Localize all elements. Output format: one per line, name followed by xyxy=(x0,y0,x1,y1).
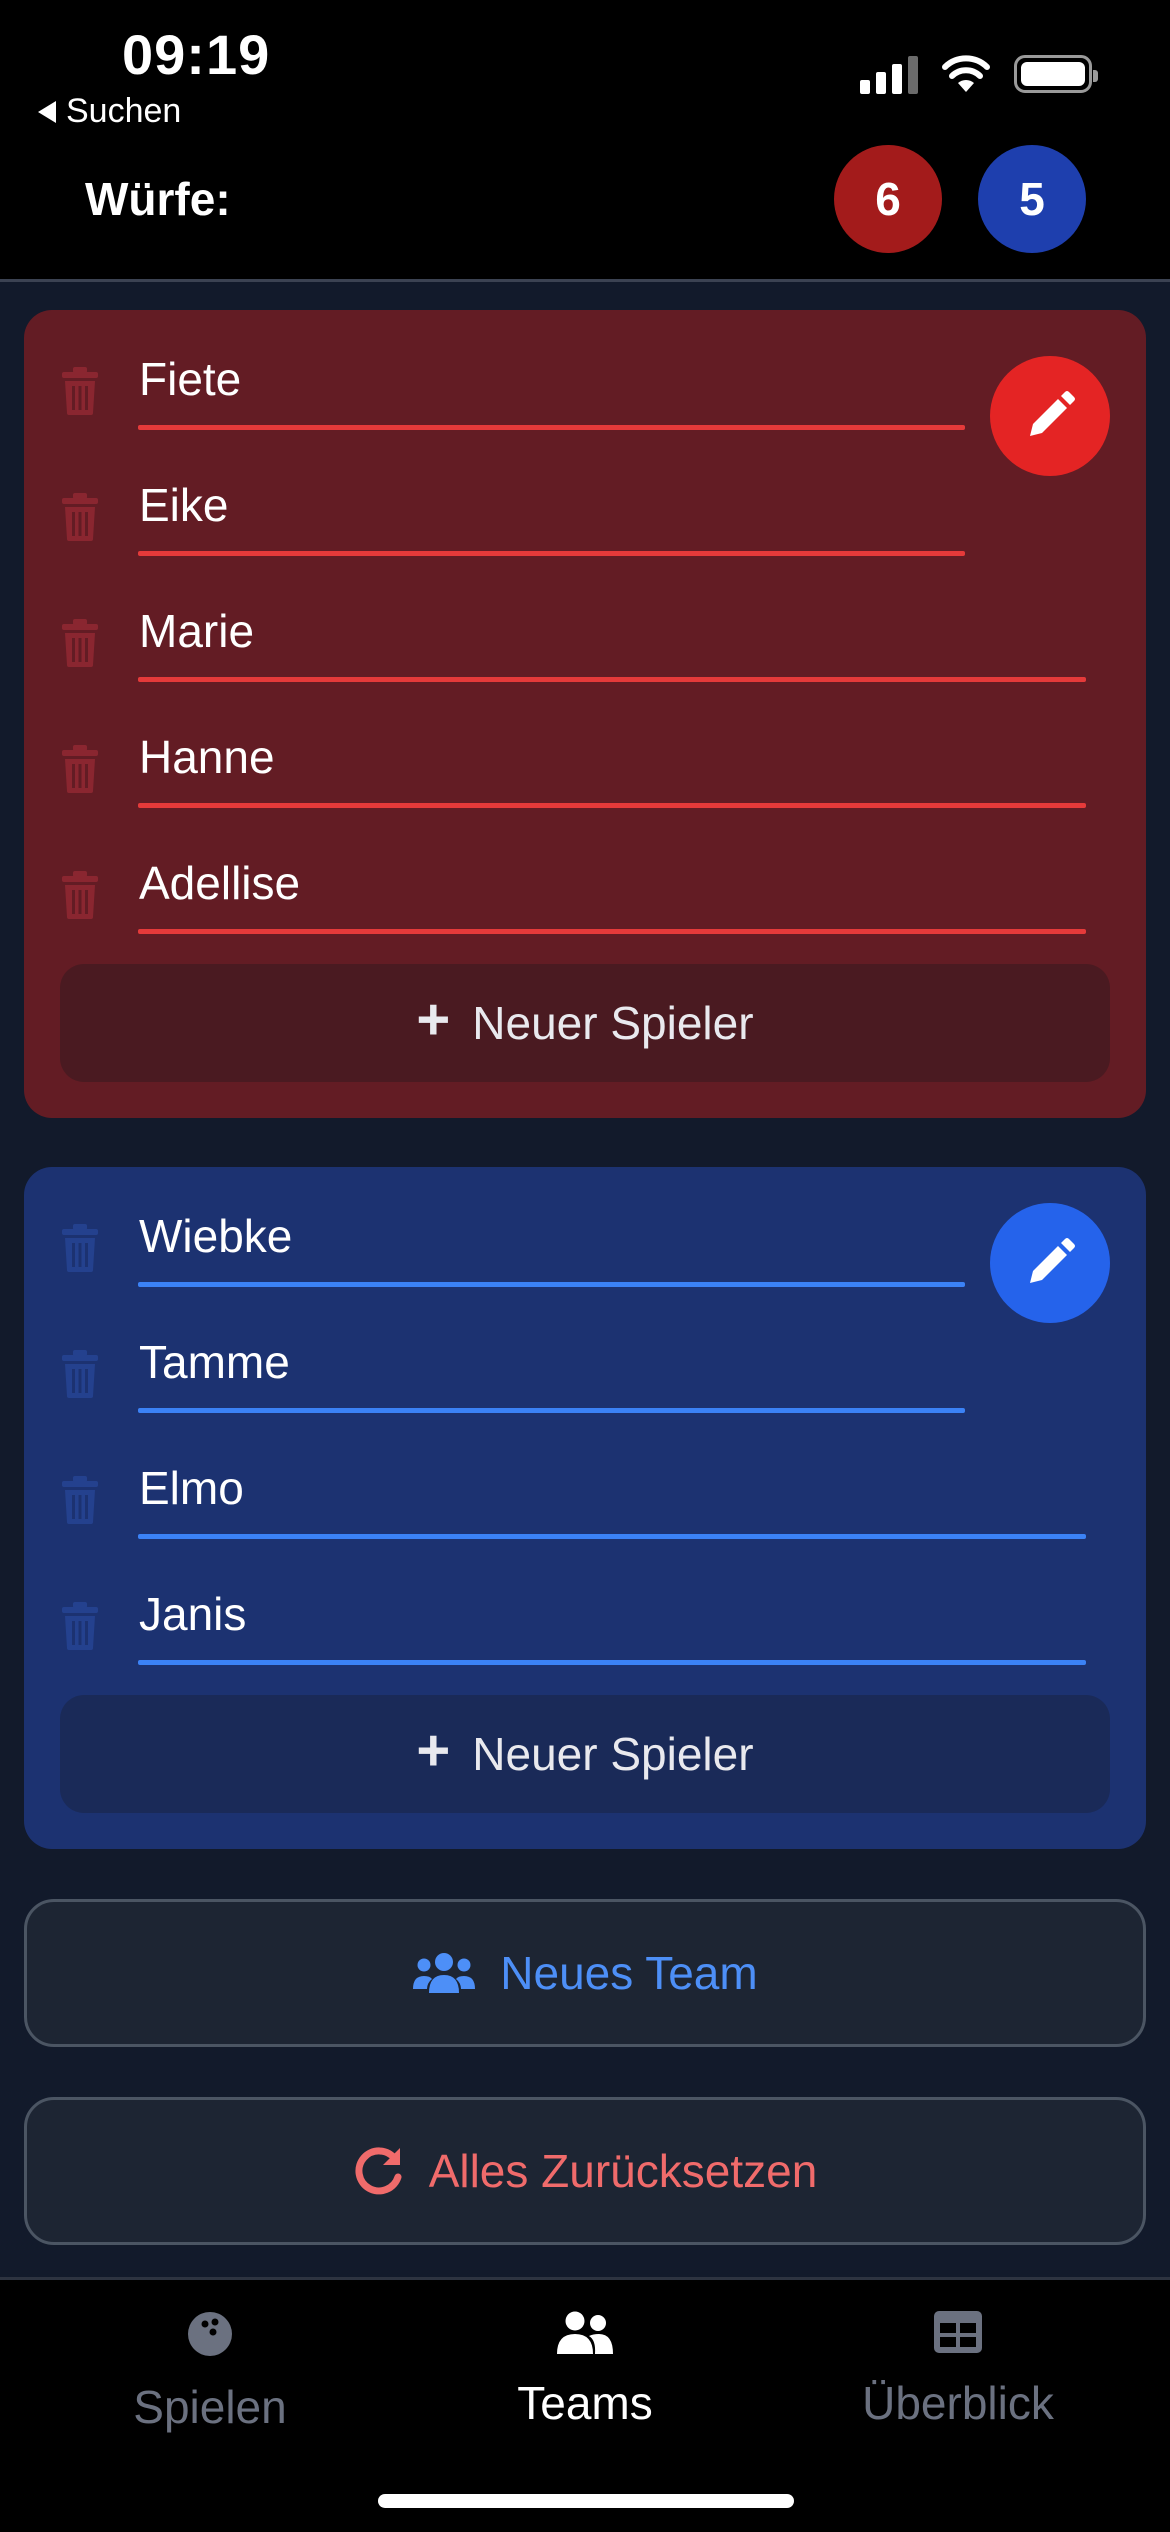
player-row: Wiebke xyxy=(24,1167,1146,1287)
tab-label: Teams xyxy=(517,2377,653,2429)
plus-icon: + xyxy=(416,1718,451,1783)
player-name-input[interactable]: Wiebke xyxy=(139,1209,292,1263)
add-player-label: Neuer Spieler xyxy=(472,1728,754,1780)
player-row: Fiete xyxy=(24,310,1146,430)
trash-icon[interactable] xyxy=(60,1223,100,1273)
edit-team-button[interactable] xyxy=(990,1203,1110,1323)
input-underline xyxy=(138,803,1086,808)
trash-icon[interactable] xyxy=(60,1601,100,1651)
trash-icon[interactable] xyxy=(60,492,100,542)
team-card-blue: Wiebke Tamme Elmo Janis + Neuer Spieler xyxy=(24,1167,1146,1849)
tab-label: Überblick xyxy=(862,2377,1054,2429)
input-underline xyxy=(138,551,965,556)
pencil-icon xyxy=(1030,1238,1075,1283)
trash-icon[interactable] xyxy=(60,618,100,668)
input-underline xyxy=(138,1660,1086,1665)
trash-icon[interactable] xyxy=(60,870,100,920)
home-indicator xyxy=(378,2494,794,2508)
status-icons xyxy=(860,54,1098,94)
player-name-input[interactable]: Tamme xyxy=(139,1335,290,1389)
new-team-label: Neues Team xyxy=(500,1947,758,1999)
team-card-red: Fiete Eike Marie Hanne Adellise + Neuer … xyxy=(24,310,1146,1118)
input-underline xyxy=(138,1282,965,1287)
tab-spielen[interactable]: Spielen xyxy=(60,2310,360,2434)
player-name-input[interactable]: Fiete xyxy=(139,352,241,406)
player-row: Elmo xyxy=(24,1419,1146,1539)
input-underline xyxy=(138,425,965,430)
player-row: Tamme xyxy=(24,1293,1146,1413)
reset-all-button[interactable]: Alles Zurücksetzen xyxy=(24,2097,1146,2245)
player-name-input[interactable]: Marie xyxy=(139,604,254,658)
player-row: Marie xyxy=(24,562,1146,682)
player-row: Eike xyxy=(24,436,1146,556)
wifi-icon xyxy=(942,55,990,92)
trash-icon[interactable] xyxy=(60,1349,100,1399)
redo-icon xyxy=(355,2147,402,2195)
player-row: Hanne xyxy=(24,688,1146,808)
player-name-input[interactable]: Hanne xyxy=(139,730,275,784)
users-icon xyxy=(557,2311,613,2354)
back-arrow-icon xyxy=(38,100,56,123)
trash-icon[interactable] xyxy=(60,1475,100,1525)
table-icon xyxy=(934,2311,982,2353)
trash-icon[interactable] xyxy=(60,744,100,794)
player-name-input[interactable]: Adellise xyxy=(139,856,300,910)
status-time: 09:19 xyxy=(122,23,271,86)
player-row: Janis xyxy=(24,1545,1146,1665)
users-icon xyxy=(413,1953,476,1993)
reset-all-label: Alles Zurücksetzen xyxy=(428,2145,818,2197)
tab-ueberblick[interactable]: Überblick xyxy=(808,2310,1108,2430)
battery-icon xyxy=(1014,55,1098,93)
input-underline xyxy=(138,1408,965,1413)
player-name-input[interactable]: Elmo xyxy=(139,1461,244,1515)
back-to-search-link[interactable]: Suchen xyxy=(38,92,181,131)
new-team-button[interactable]: Neues Team xyxy=(24,1899,1146,2047)
input-underline xyxy=(138,677,1086,682)
player-name-input[interactable]: Eike xyxy=(139,478,228,532)
add-player-button[interactable]: + Neuer Spieler xyxy=(60,1695,1110,1813)
tab-label: Spielen xyxy=(133,2381,287,2433)
player-row: Adellise xyxy=(24,814,1146,934)
blue-team-throws-badge: 5 xyxy=(978,145,1086,253)
plus-icon: + xyxy=(416,987,451,1052)
back-label: Suchen xyxy=(66,92,182,130)
add-player-label: Neuer Spieler xyxy=(472,997,754,1049)
top-bar: 09:19 Suchen Würfe: 6 5 xyxy=(0,0,1170,282)
cellular-signal-icon xyxy=(860,54,918,94)
bowling-ball-icon xyxy=(188,2312,232,2356)
edit-team-button[interactable] xyxy=(990,356,1110,476)
add-player-button[interactable]: + Neuer Spieler xyxy=(60,964,1110,1082)
red-team-throws-badge: 6 xyxy=(834,145,942,253)
input-underline xyxy=(138,929,1086,934)
throws-label: Würfe: xyxy=(85,173,231,225)
pencil-icon xyxy=(1030,391,1075,436)
input-underline xyxy=(138,1534,1086,1539)
tab-teams[interactable]: Teams xyxy=(435,2310,735,2430)
player-name-input[interactable]: Janis xyxy=(139,1587,246,1641)
trash-icon[interactable] xyxy=(60,366,100,416)
